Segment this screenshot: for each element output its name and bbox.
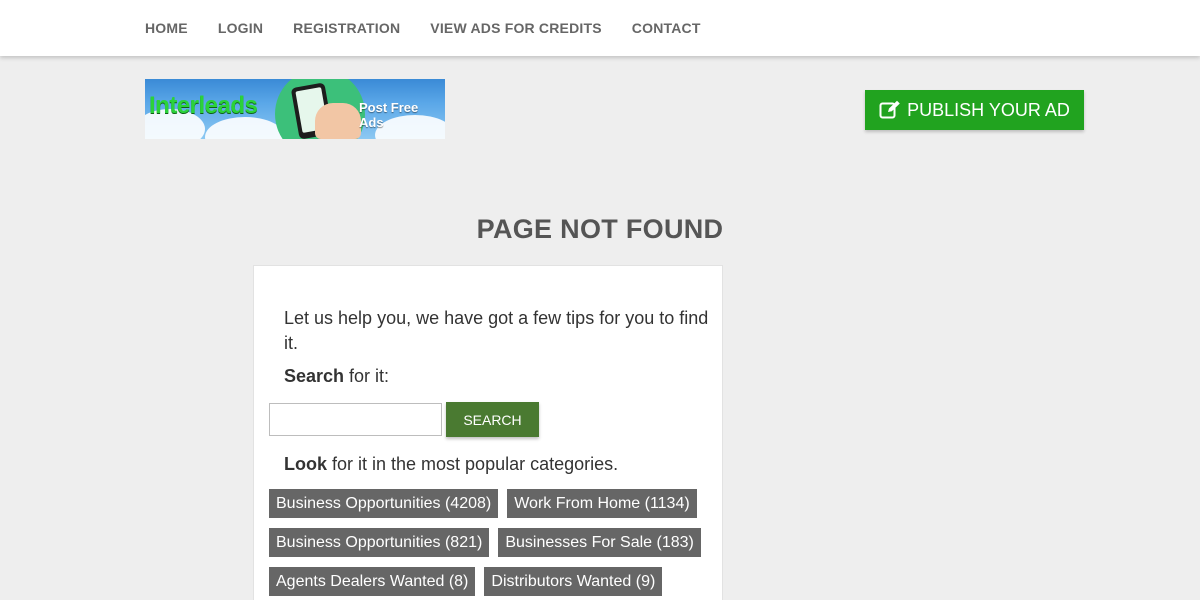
- category-tag-businesses-for-sale[interactable]: Businesses For Sale (183): [498, 528, 701, 557]
- category-row: Business Opportunities (4208) Work From …: [269, 489, 714, 518]
- help-intro-text: Let us help you, we have got a few tips …: [284, 308, 709, 353]
- look-prompt-strong: Look: [284, 454, 327, 474]
- publish-ad-label: PUBLISH YOUR AD: [907, 99, 1070, 120]
- search-button[interactable]: SEARCH: [446, 402, 539, 437]
- edit-icon: [879, 100, 901, 120]
- nav-item-view-ads-for-credits[interactable]: VIEW ADS FOR CREDITS: [430, 20, 602, 36]
- nav-item-registration[interactable]: REGISTRATION: [293, 20, 400, 36]
- category-tag-business-opportunities[interactable]: Business Opportunities (4208): [269, 489, 499, 518]
- logo-cloud: [205, 117, 285, 139]
- popular-categories: Business Opportunities (4208) Work From …: [269, 489, 714, 600]
- publish-ad-button[interactable]: PUBLISH YOUR AD: [865, 90, 1084, 130]
- category-tag-distributors-wanted[interactable]: Distributors Wanted (9): [484, 567, 663, 596]
- help-card: Let us help you, we have got a few tips …: [253, 265, 723, 600]
- page-title: PAGE NOT FOUND: [476, 214, 724, 244]
- logo-brand-text: Interleads: [149, 92, 258, 119]
- category-tag-agents-dealers-wanted[interactable]: Agents Dealers Wanted (8): [269, 567, 476, 596]
- look-prompt-rest: for it in the most popular categories.: [327, 454, 619, 474]
- nav-item-contact[interactable]: CONTACT: [632, 20, 701, 36]
- search-input[interactable]: [269, 403, 442, 436]
- nav-item-home[interactable]: HOME: [145, 20, 188, 36]
- category-tag-work-from-home[interactable]: Work From Home (1134): [507, 489, 697, 518]
- category-tag-business-opportunities-2[interactable]: Business Opportunities (821): [269, 528, 490, 557]
- site-logo[interactable]: Interleads Post Free Ads: [145, 79, 445, 139]
- logo-tagline: Post Free Ads: [359, 100, 419, 130]
- search-prompt-rest: for it:: [344, 366, 390, 386]
- look-prompt: Look for it in the most popular categori…: [284, 454, 618, 475]
- search-prompt: Search for it:: [284, 366, 389, 387]
- category-row: Agents Dealers Wanted (8) Distributors W…: [269, 567, 714, 596]
- nav-menu: HOME LOGIN REGISTRATION VIEW ADS FOR CRE…: [145, 0, 731, 56]
- category-row: Business Opportunities (821) Businesses …: [269, 528, 714, 557]
- top-navigation: HOME LOGIN REGISTRATION VIEW ADS FOR CRE…: [0, 0, 1200, 56]
- nav-item-login[interactable]: LOGIN: [218, 20, 263, 36]
- search-prompt-strong: Search: [284, 366, 345, 386]
- logo-hand-icon: [315, 103, 361, 139]
